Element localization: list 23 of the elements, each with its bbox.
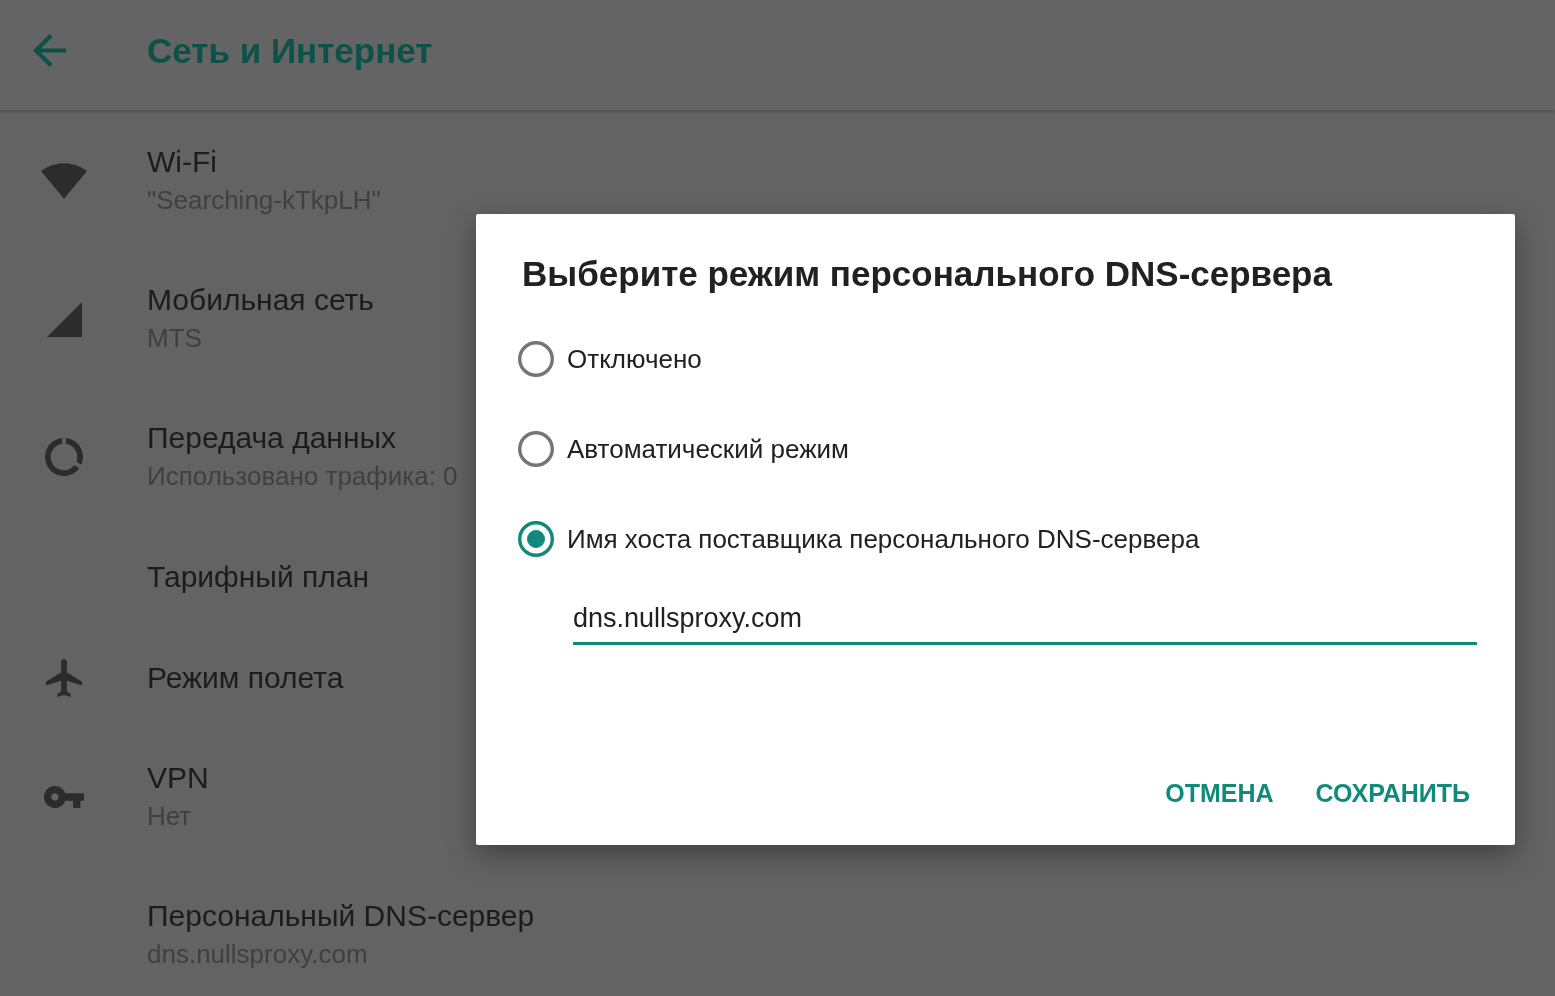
hostname-input[interactable]: dns.nullsproxy.com [573, 599, 1477, 645]
radio-button[interactable] [518, 431, 554, 467]
setting-title[interactable]: Режим полета [147, 658, 344, 697]
setting-title[interactable]: Передача данных [147, 418, 397, 457]
dialog-title: Выберите режим персонального DNS-сервера [522, 253, 1332, 295]
radio-button[interactable] [518, 521, 554, 557]
option-label[interactable]: Имя хоста поставщика персонального DNS-сервера [567, 523, 1200, 555]
cell-signal-icon [46, 301, 82, 337]
option-label[interactable]: Автоматический режим [567, 433, 849, 465]
setting-title[interactable]: Мобильная сеть [147, 280, 374, 319]
save-button[interactable]: СОХРАНИТЬ [1307, 769, 1478, 817]
cancel-button[interactable]: ОТМЕНА [1157, 769, 1282, 817]
setting-title[interactable]: Wi-Fi [147, 142, 217, 181]
setting-title[interactable]: Персональный DNS-сервер [147, 896, 535, 935]
airplane-icon [46, 658, 82, 697]
option-label[interactable]: Отключено [567, 343, 702, 375]
radio-button[interactable] [518, 341, 554, 377]
data-usage-icon [45, 438, 83, 476]
setting-title[interactable]: VPN [147, 758, 209, 797]
screen-title: Сеть и Интернет [147, 30, 433, 71]
setting-title[interactable]: Тарифный план [147, 557, 369, 596]
key-icon [44, 786, 84, 808]
wifi-icon [41, 163, 87, 199]
